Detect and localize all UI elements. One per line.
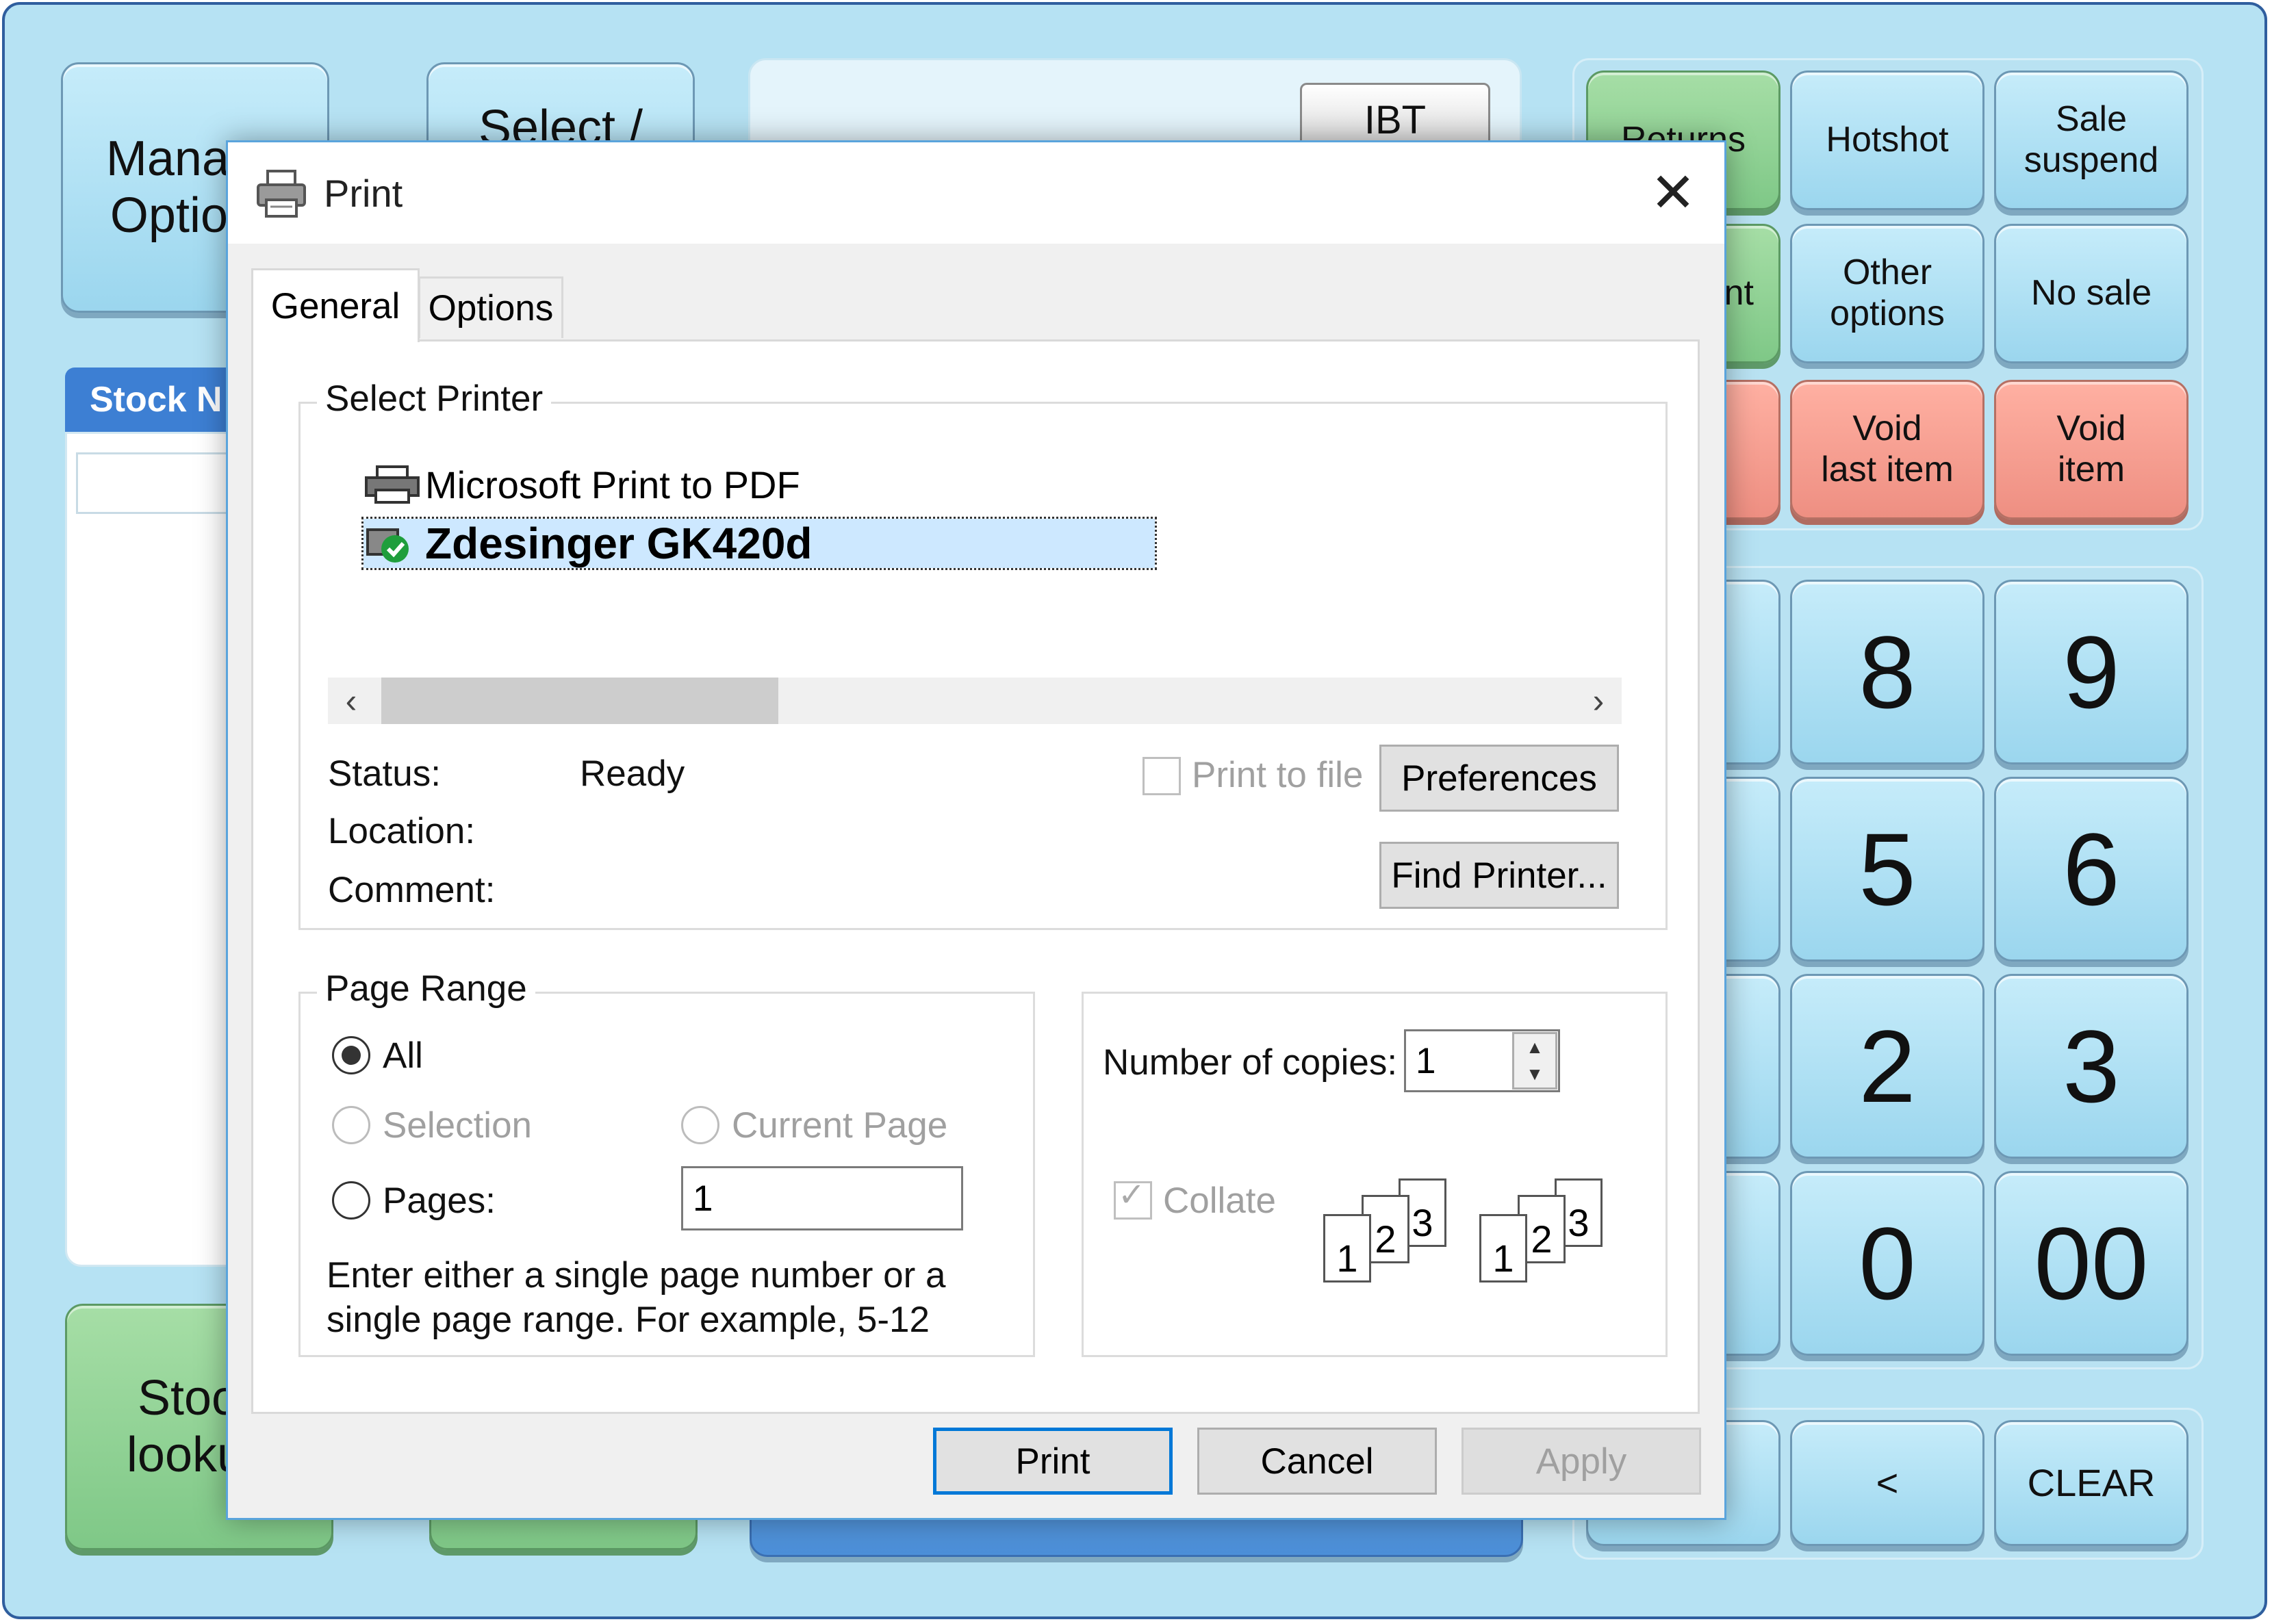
print-button[interactable]: Print — [933, 1428, 1173, 1495]
collate-page-icon: 1 — [1479, 1214, 1527, 1283]
comment-label: Comment: — [328, 870, 496, 910]
select-printer-group: Select Printer Microsoft Print to PDF Zd… — [298, 378, 1668, 930]
keypad-key-8[interactable]: 8 — [1790, 580, 1984, 764]
dialog-title: Print — [324, 172, 403, 215]
scrollbar-thumb[interactable] — [381, 678, 778, 724]
collate-label[interactable]: Collate — [1163, 1180, 1276, 1222]
status-value: Ready — [580, 753, 685, 794]
location-label: Location: — [328, 811, 476, 851]
pages-label[interactable]: Pages: — [383, 1180, 496, 1222]
printer-list-scrollbar[interactable]: ‹ › — [328, 678, 1622, 724]
scroll-left-icon[interactable]: ‹ — [328, 678, 374, 724]
dialog-titlebar: Print ✕ — [228, 142, 1724, 244]
printer-name: Zdesinger GK420d — [425, 519, 813, 568]
all-radio[interactable] — [332, 1036, 370, 1074]
select-printer-legend: Select Printer — [317, 378, 552, 420]
preferences-button[interactable]: Preferences — [1379, 745, 1619, 812]
backspace-button[interactable]: < — [1790, 1420, 1984, 1546]
selection-radio[interactable] — [332, 1106, 370, 1144]
keypad-key-9[interactable]: 9 — [1994, 580, 2188, 764]
print-to-file-label[interactable]: Print to file — [1192, 754, 1363, 796]
printer-icon — [365, 465, 420, 504]
no-sale-button[interactable]: No sale — [1994, 224, 2188, 363]
collate-checkmark-icon: ✓ — [1118, 1177, 1146, 1213]
page-range-group: Page Range All Selection Current Page Pa… — [298, 968, 1035, 1357]
printer-name: Microsoft Print to PDF — [425, 463, 800, 506]
copies-spinner[interactable]: ▲ ▼ — [1512, 1032, 1557, 1090]
find-printer-button[interactable]: Find Printer... — [1379, 842, 1619, 909]
status-label: Status: — [328, 753, 441, 794]
other-options-button[interactable]: Other options — [1790, 224, 1984, 363]
void-item-button[interactable]: Void item — [1994, 380, 2188, 519]
scroll-right-icon[interactable]: › — [1575, 678, 1622, 724]
current-page-label[interactable]: Current Page — [732, 1105, 947, 1146]
tab-general[interactable]: General — [251, 268, 420, 342]
keypad-key-6[interactable]: 6 — [1994, 777, 2188, 962]
default-printer-check-icon — [366, 528, 409, 563]
page-range-hint: Enter either a single page number or a s… — [327, 1255, 946, 1340]
pages-input[interactable]: 1 — [681, 1166, 963, 1230]
cancel-button[interactable]: Cancel — [1197, 1428, 1437, 1495]
spin-down-icon[interactable]: ▼ — [1514, 1061, 1555, 1087]
keypad-key-00[interactable]: 00 — [1994, 1171, 2188, 1356]
apply-button[interactable]: Apply — [1462, 1428, 1701, 1495]
collate-page-icon: 1 — [1323, 1214, 1371, 1283]
collate-pages-icon: 3 2 1 3 2 1 — [1323, 1178, 1624, 1295]
void-last-item-button[interactable]: Void last item — [1790, 380, 1984, 519]
print-dialog: Print ✕ Options General Select Printer M… — [226, 140, 1726, 1520]
selection-label[interactable]: Selection — [383, 1105, 532, 1146]
printer-item-microsoft-print-to-pdf[interactable]: Microsoft Print to PDF — [363, 457, 800, 512]
tab-general-label: General — [270, 286, 400, 326]
keypad-key-5[interactable]: 5 — [1790, 777, 1984, 962]
spin-up-icon[interactable]: ▲ — [1514, 1034, 1555, 1061]
tab-options-label: Options — [428, 288, 554, 328]
keypad-key-3[interactable]: 3 — [1994, 974, 2188, 1159]
general-tab-page: Select Printer Microsoft Print to PDF Zd… — [251, 339, 1700, 1414]
page-range-legend: Page Range — [317, 968, 535, 1009]
keypad-key-0[interactable]: 0 — [1790, 1171, 1984, 1356]
pages-radio[interactable] — [332, 1181, 370, 1220]
sale-suspend-button[interactable]: Sale suspend — [1994, 70, 2188, 210]
printer-icon — [257, 170, 306, 218]
print-to-file-checkbox[interactable] — [1143, 757, 1181, 795]
number-of-copies-label: Number of copies: — [1103, 1042, 1398, 1083]
keypad-key-2[interactable]: 2 — [1790, 974, 1984, 1159]
all-label[interactable]: All — [383, 1035, 423, 1077]
clear-button[interactable]: CLEAR — [1994, 1420, 2188, 1546]
close-icon[interactable]: ✕ — [1649, 162, 1697, 223]
tab-options[interactable]: Options — [418, 276, 563, 338]
printer-item-zdesinger-gk420d[interactable]: Zdesinger GK420d — [361, 517, 1157, 570]
copies-group: Number of copies: 1 ▲ ▼ ✓ Collate 3 2 1 … — [1082, 992, 1668, 1357]
hotshot-button[interactable]: Hotshot — [1790, 70, 1984, 210]
current-page-radio[interactable] — [681, 1106, 719, 1144]
